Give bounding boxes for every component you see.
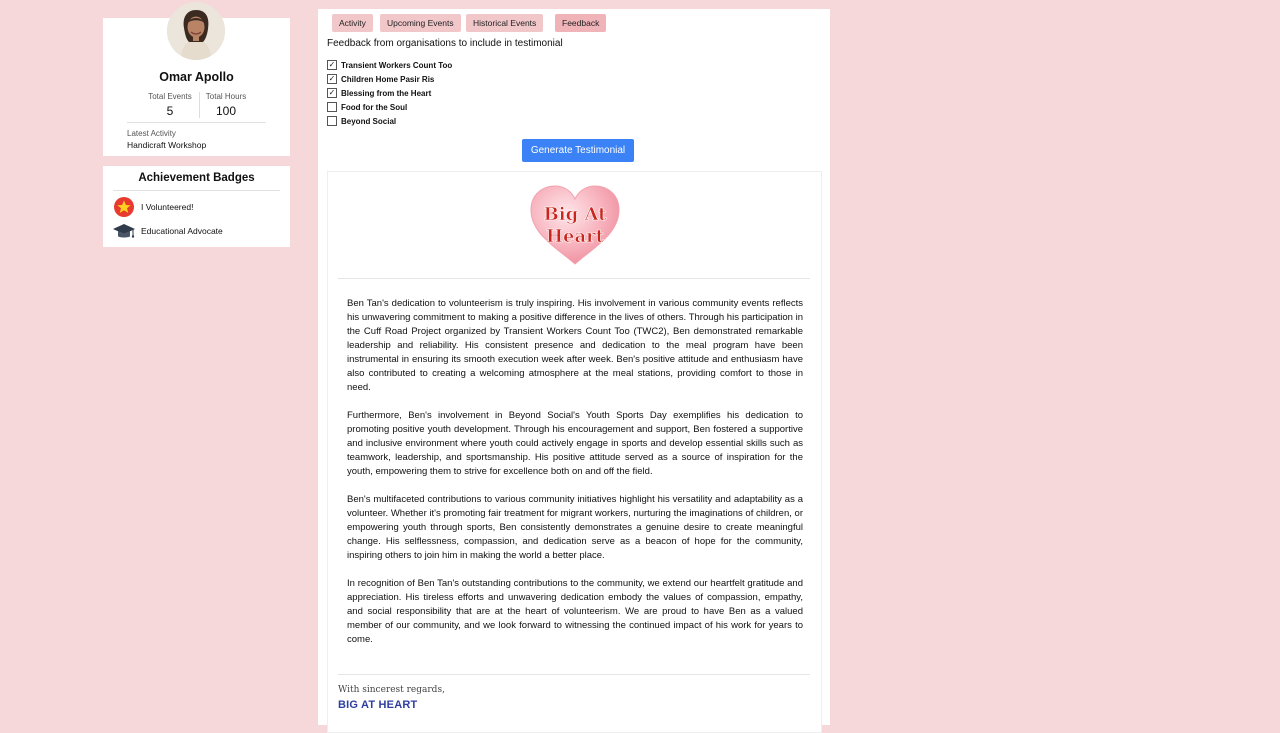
latest-activity-value: Handicraft Workshop	[127, 140, 207, 150]
stat-value: 5	[166, 104, 174, 118]
logo-line-2: Heart	[546, 226, 605, 247]
letter-signature: BIG AT HEART	[338, 699, 418, 711]
testimonial-letter: Big At Heart Ben Tan's dedication to vol…	[327, 171, 822, 733]
stat-value: 100	[215, 104, 237, 118]
letter-paragraph: In recognition of Ben Tan's outstanding …	[347, 578, 803, 645]
main-panel: Activity Upcoming Events Historical Even…	[318, 9, 830, 733]
badge-item: I Volunteered!	[113, 196, 283, 218]
divider	[113, 190, 280, 191]
checkbox-unchecked[interactable]	[327, 102, 337, 112]
badge-item: Educational Advocate	[113, 220, 283, 242]
checkbox-checked[interactable]: ✓	[327, 60, 337, 70]
checkbox-checked[interactable]: ✓	[327, 74, 337, 84]
profile-name: Omar Apollo	[159, 70, 234, 84]
tab-historical-events[interactable]: Historical Events	[466, 14, 544, 32]
checkbox-checked[interactable]: ✓	[327, 88, 337, 98]
badges-title: Achievement Badges	[138, 172, 255, 184]
divider	[338, 674, 810, 675]
letter-paragraph: Furthermore, Ben's involvement in Beyond…	[347, 410, 803, 477]
latest-activity-label: Latest Activity	[127, 129, 176, 138]
stat-label: Total Hours	[205, 92, 247, 101]
letter-signoff: With sincerest regards,	[338, 685, 445, 695]
letter-paragraph: Ben Tan's dedication to volunteerism is …	[347, 298, 803, 393]
letter-paragraph: Ben's multifaceted contributions to vari…	[347, 494, 803, 561]
avatar-image	[167, 2, 225, 60]
checkbox-unchecked[interactable]	[327, 116, 337, 126]
checkbox-label: Children Home Pasir Ris	[341, 75, 435, 84]
divider	[338, 278, 810, 279]
stat-label: Total Events	[148, 92, 192, 101]
tab-feedback[interactable]: Feedback	[555, 14, 607, 32]
stat-total-events: Total Events 5	[143, 92, 197, 118]
letter-body: Ben Tan's dedication to volunteerism is …	[347, 297, 803, 661]
badge-label: Educational Advocate	[141, 226, 223, 236]
checkbox-label: Blessing from the Heart	[341, 89, 432, 98]
profile-card: Omar Apollo Total Events 5 Total Hours 1…	[103, 2, 290, 156]
graduation-cap-icon	[113, 220, 135, 242]
divider	[127, 122, 266, 123]
logo-line-1: Big At	[544, 204, 608, 225]
checkbox-label: Transient Workers Count Too	[341, 61, 453, 70]
avatar	[167, 2, 225, 60]
tab-activity[interactable]: Activity	[332, 14, 373, 32]
tab-upcoming-events[interactable]: Upcoming Events	[380, 14, 461, 32]
checkbox-label: Food for the Soul	[341, 103, 408, 112]
heart-logo: Big At Heart	[527, 182, 623, 268]
badge-label: I Volunteered!	[141, 202, 194, 212]
star-medal-icon	[113, 196, 135, 218]
badges-card: Achievement Badges I Volunteered! Educat…	[103, 166, 290, 247]
feedback-heading: Feedback from organisations to include i…	[327, 38, 563, 49]
checkbox-label: Beyond Social	[341, 117, 397, 126]
generate-testimonial-button[interactable]: Generate Testimonial	[522, 139, 634, 162]
stat-total-hours: Total Hours 100	[199, 92, 252, 118]
